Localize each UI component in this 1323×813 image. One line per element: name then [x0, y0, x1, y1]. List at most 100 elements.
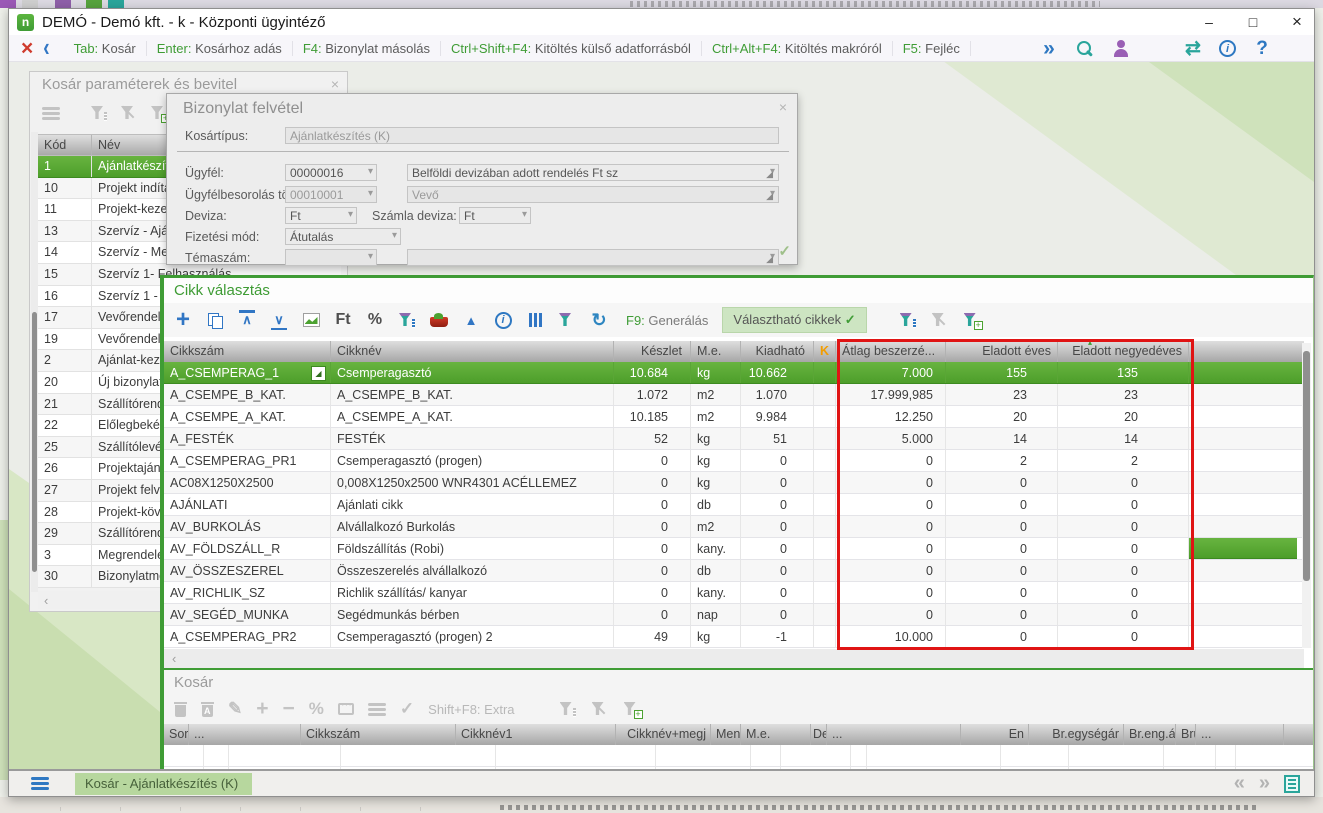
- expand-double-chevron-icon[interactable]: »: [1039, 39, 1059, 59]
- cikk-row[interactable]: AJÁNLATI Ajánlati cikk 0 db 0 0 0 0: [164, 494, 1304, 516]
- generate-shortcut-label[interactable]: F9: Generálás: [626, 313, 708, 328]
- cikk-row[interactable]: A_CSEMPERAG_PR1 Csemperagasztó (progen) …: [164, 450, 1304, 472]
- fizetesi-mod-field[interactable]: Átutalás▾: [285, 228, 401, 245]
- filter-detail-icon[interactable]: [559, 701, 577, 717]
- info-icon[interactable]: i: [490, 307, 516, 333]
- scroll-bottom-icon[interactable]: ∨: [266, 307, 292, 333]
- cikk-row[interactable]: AV_RICHLIK_SZ Richlik szállítás/ kanyar …: [164, 582, 1304, 604]
- column-header[interactable]: Mennyiség: [711, 724, 741, 745]
- column-header[interactable]: Sor: [164, 724, 189, 745]
- copy-icon[interactable]: [202, 307, 228, 333]
- cikk-row[interactable]: AV_ÖSSZESZEREL Összeszerelés alvállalkoz…: [164, 560, 1304, 582]
- column-header[interactable]: Eladott negyedéves: [1058, 341, 1189, 362]
- cikk-row[interactable]: AV_FÖLDSZÁLL_R Földszállítás (Robi) 0 ka…: [164, 538, 1304, 560]
- column-header[interactable]: ...: [189, 724, 301, 745]
- ugyfel-code-field[interactable]: 00000016▾◢: [285, 164, 377, 181]
- triangle-up-icon[interactable]: ▲: [458, 307, 484, 333]
- column-header[interactable]: Átlag beszerzé...: [836, 341, 946, 362]
- close-button[interactable]: ×: [1288, 12, 1306, 32]
- ugyfel-name-field[interactable]: Belföldi devizában adott rendelés Ft sz▾…: [407, 164, 779, 181]
- subtract-icon[interactable]: −: [283, 697, 295, 721]
- szamla-deviza-field[interactable]: Ft▾: [459, 207, 531, 224]
- filter-detail-icon[interactable]: [394, 307, 420, 333]
- close-icon[interactable]: ×: [331, 76, 339, 92]
- column-header[interactable]: Cikknév+megj: [616, 724, 711, 745]
- chart-icon[interactable]: [298, 307, 324, 333]
- cikk-row[interactable]: A_CSEMPE_B_KAT. A_CSEMPE_B_KAT. 1.072 m2…: [164, 384, 1304, 406]
- toolbar-shortcut[interactable]: F5: Fejléc: [893, 41, 971, 56]
- cikk-row[interactable]: A_CSEMPERAG_1 Csemperagasztó 10.684 kg 1…: [164, 362, 1304, 384]
- nav-right-icon[interactable]: »: [1259, 772, 1270, 795]
- filter-add-icon[interactable]: +: [623, 701, 641, 717]
- kosar-empty-row[interactable]: [164, 745, 1314, 767]
- percent-icon[interactable]: %: [309, 699, 324, 719]
- cikk-row[interactable]: AV_BURKOLÁS Alvállalkozó Burkolás 0 m2 0…: [164, 516, 1304, 538]
- cikk-row[interactable]: AC08X1250X2500 0,008X1250x2500 WNR4301 A…: [164, 472, 1304, 494]
- toolbar-shortcut[interactable]: F4: Bizonylat másolás: [293, 41, 441, 56]
- valaszthato-cikkek-button[interactable]: Választható cikkek ✓: [722, 307, 866, 333]
- scroll-left-arrow-icon[interactable]: ‹: [172, 651, 176, 666]
- column-header[interactable]: Cikkszám: [164, 341, 331, 362]
- back-chevron-icon[interactable]: ‹: [43, 35, 49, 61]
- kosartipus-field[interactable]: Ajánlatkészítés (K): [285, 127, 779, 144]
- temaszam-name-field[interactable]: ▾◢: [407, 249, 779, 266]
- filter-clear-icon[interactable]: [591, 701, 609, 717]
- temaszam-code-field[interactable]: ▾◢: [285, 249, 377, 266]
- column-header[interactable]: [1274, 724, 1284, 745]
- toolbar-shortcut[interactable]: Ctrl+Shift+F4: Kitöltés külső adatforrás…: [441, 41, 702, 56]
- add-icon[interactable]: +: [170, 307, 196, 333]
- menu-icon[interactable]: [31, 777, 49, 790]
- column-header[interactable]: Dev: [811, 724, 827, 745]
- add-icon[interactable]: +: [256, 697, 268, 721]
- scrollbar-thumb[interactable]: [1303, 351, 1310, 581]
- confirm-icon[interactable]: ✓: [400, 699, 414, 719]
- column-header[interactable]: Készlet: [614, 341, 691, 362]
- toolbar-shortcut[interactable]: Enter: Kosárhoz adás: [147, 41, 293, 56]
- filter-clear-icon[interactable]: [927, 307, 953, 333]
- horizontal-scrollbar[interactable]: ‹: [164, 649, 1304, 668]
- extra-shortcut-label[interactable]: Shift+F8: Extra: [428, 702, 514, 717]
- close-icon[interactable]: ×: [779, 99, 787, 115]
- cikk-row[interactable]: A_FESTÉK FESTÉK 52 kg 51 5.000 14 14: [164, 428, 1304, 450]
- search-icon[interactable]: [1075, 39, 1095, 59]
- user-icon[interactable]: [1111, 39, 1131, 59]
- help-icon[interactable]: ?: [1252, 39, 1272, 59]
- cancel-icon[interactable]: ×: [21, 38, 33, 59]
- filter-icon[interactable]: [554, 307, 580, 333]
- percent-icon[interactable]: %: [362, 307, 388, 333]
- nav-left-icon[interactable]: «: [1234, 772, 1245, 795]
- column-header[interactable]: Cikkszám: [301, 724, 456, 745]
- scrollbar-thumb[interactable]: [32, 312, 37, 572]
- column-header[interactable]: Kiadható: [741, 341, 814, 362]
- besorolas-name-field[interactable]: Vevő▾◢: [407, 186, 779, 203]
- column-header[interactable]: M.e.: [691, 341, 741, 362]
- vertical-scrollbar[interactable]: [1302, 343, 1311, 648]
- column-header[interactable]: En: [961, 724, 1029, 745]
- filter-add-icon[interactable]: +: [959, 307, 985, 333]
- deviza-field[interactable]: Ft▾: [285, 207, 357, 224]
- column-header[interactable]: Eladott éves: [946, 341, 1058, 362]
- scroll-top-icon[interactable]: ∧: [234, 307, 260, 333]
- column-header[interactable]: ...: [1196, 724, 1274, 745]
- edit-icon[interactable]: ✎: [228, 699, 242, 719]
- column-header[interactable]: Cikknév1: [456, 724, 616, 745]
- refresh-icon[interactable]: ↻: [586, 307, 612, 333]
- column-header[interactable]: ...: [827, 724, 961, 745]
- status-badge[interactable]: Kosár - Ajánlatkészítés (K): [75, 773, 252, 795]
- minimize-button[interactable]: –: [1200, 14, 1218, 30]
- filter-detail-icon[interactable]: [90, 105, 108, 121]
- column-header[interactable]: M.e.: [741, 724, 811, 745]
- menu-icon[interactable]: [368, 703, 386, 716]
- cikk-row[interactable]: A_CSEMPE_A_KAT. A_CSEMPE_A_KAT. 10.185 m…: [164, 406, 1304, 428]
- vertical-scrollbar[interactable]: [31, 132, 38, 592]
- apps-grid-icon[interactable]: [1147, 39, 1167, 59]
- filter-clear-icon[interactable]: [120, 105, 138, 121]
- delete-icon[interactable]: [174, 702, 187, 717]
- column-header[interactable]: Br.eng.ár: [1124, 724, 1176, 745]
- transfer-arrows-icon[interactable]: ⇄: [1183, 39, 1203, 59]
- toolbar-shortcut[interactable]: Ctrl+Alt+F4: Kitöltés makróról: [702, 41, 893, 56]
- column-header-kod[interactable]: Kód: [38, 135, 92, 155]
- box-dots-icon[interactable]: [338, 703, 354, 715]
- info-icon[interactable]: i: [1219, 40, 1236, 57]
- filter-detail-icon[interactable]: [895, 307, 921, 333]
